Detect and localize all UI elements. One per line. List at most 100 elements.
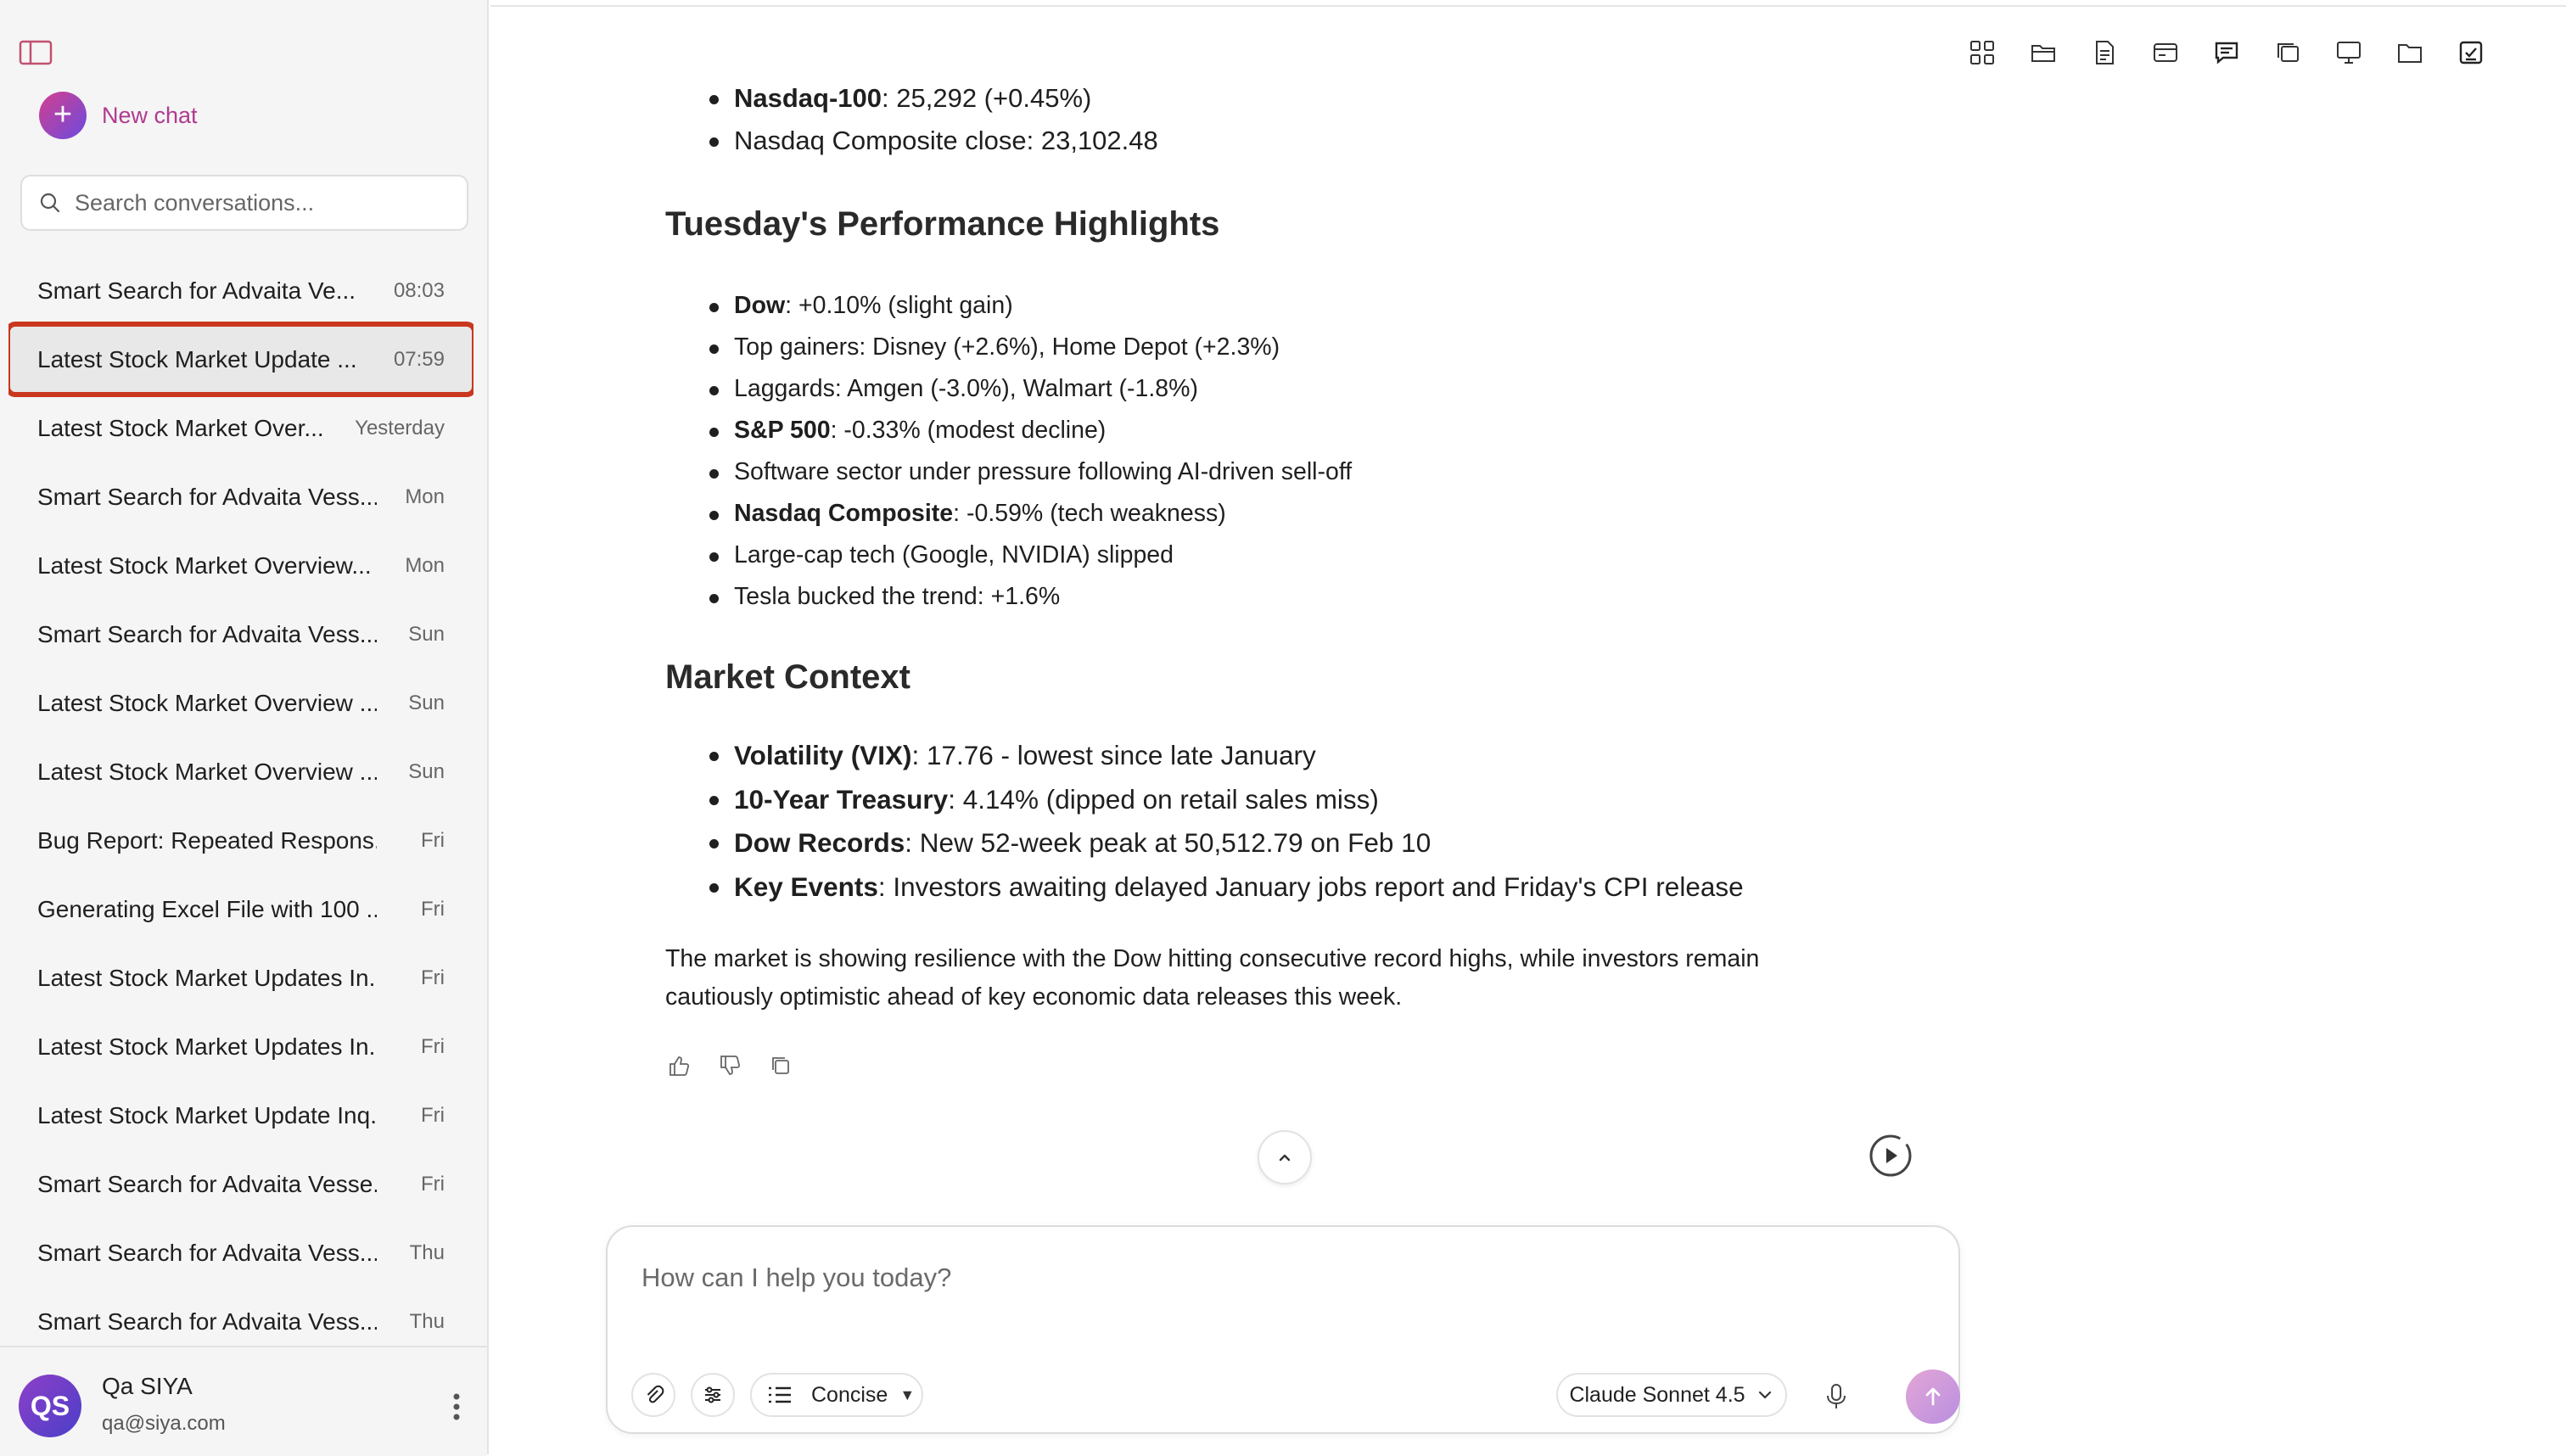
conversation-item[interactable]: Latest Stock Market Over... Yesterday [8,394,473,462]
conversation-list: Smart Search for Advaita Ve... 08:03 Lates… [8,256,473,1342]
conversation-title: Latest Stock Market Overview ... [37,758,377,785]
folder-open-icon[interactable] [2013,32,2074,73]
search-conversations-box[interactable] [20,175,468,231]
bullet [709,839,719,848]
conversation-time: Mon [405,484,445,508]
list-item-text: Large-cap tech (Google, NVIDIA) slipped [734,541,1174,569]
conversation-item[interactable]: Latest Stock Market Overview ... Sun [8,737,473,806]
plus-icon: + [39,92,87,139]
bullet [709,428,719,437]
conversation-title: Smart Search for Advaita Vess... [37,1308,377,1335]
item-text: : -0.59% (tech weakness) [953,500,1226,527]
conversation-title: Bug Report: Repeated Respons... [37,826,377,854]
conversation-item[interactable]: Smart Search for Advaita Vess... Thu [8,1287,473,1342]
checklist-icon[interactable] [2440,32,2502,73]
list-item-text: Laggards: Amgen (-3.0%), Walmart (-1.8%) [734,375,1198,403]
conversation-title: Smart Search for Advaita Vess... [37,1239,377,1266]
conversation-time: Sun [408,622,445,646]
conversation-time: Fri [421,966,445,989]
more-options-icon[interactable] [448,1390,465,1424]
model-selector[interactable]: Claude Sonnet 4.5 [1556,1373,1787,1417]
conversation-item[interactable]: Latest Stock Market Overview ... Sun [8,669,473,737]
list-item: Nasdaq-100: 25,292 (+0.45%) [709,83,1091,114]
conversation-item[interactable]: Smart Search for Advaita Ve... 08:03 [8,256,473,325]
bullet [709,552,719,562]
conversation-item[interactable]: Latest Stock Market Update ... 07:59 [8,322,473,397]
conversation-title: Smart Search for Advaita Vess... [37,620,377,647]
conversation-time: Yesterday [355,416,445,440]
chevron-up-icon [1279,1154,1291,1162]
list-item: 10-Year Treasury: 4.14% (dipped on retai… [709,784,1379,815]
bullet [709,95,719,104]
bullet [709,386,719,395]
folder-icon[interactable] [2379,32,2440,73]
item-text: : -0.33% (modest decline) [830,417,1107,444]
item-text: : 25,292 (+0.45%) [882,83,1092,113]
item-text: Software sector under pressure following… [734,458,1353,485]
conversation-title: Latest Stock Market Updates In... [37,964,377,991]
bullet [709,882,719,893]
conversation-item[interactable]: Bug Report: Repeated Respons... Fri [8,806,473,875]
section-heading: Market Context [665,658,910,696]
search-input[interactable] [73,188,450,217]
avatar[interactable]: QS [19,1375,81,1437]
sidebar-toggle-icon[interactable] [19,39,53,66]
card-icon[interactable] [2135,32,2196,73]
chat-bubble-icon[interactable] [2196,32,2257,73]
conversation-item[interactable]: Smart Search for Advaita Vess... Sun [8,600,473,669]
caret-down-icon: ▼ [899,1386,916,1403]
microphone-icon[interactable] [1819,1380,1853,1414]
attach-button[interactable] [631,1373,675,1417]
item-bold: 10-Year Treasury [734,783,949,815]
list-icon [769,1386,791,1403]
thumbs-down-icon[interactable] [704,1049,755,1083]
list-item: Top gainers: Disney (+2.6%), Home Depot … [709,333,1280,361]
paperclip-icon [647,1385,664,1403]
list-item: S&P 500: -0.33% (modest decline) [709,417,1106,445]
monitor-icon[interactable] [2318,32,2379,73]
message-input[interactable] [640,1261,1916,1332]
conversation-title: Smart Search for Advaita Vess... [37,483,377,510]
conversation-item[interactable]: Latest Stock Market Overview... Mon [8,531,473,600]
response-style-dropdown[interactable]: Concise ▼ [750,1373,923,1417]
conversation-item[interactable]: Generating Excel File with 100 ... Fri [8,875,473,944]
scroll-up-button[interactable] [1258,1130,1312,1184]
conversation-item[interactable]: Smart Search for Advaita Vesse... Fri [8,1150,473,1218]
item-text: Nasdaq Composite close: 23,102.48 [734,126,1158,155]
chevron-down-icon [1758,1391,1771,1399]
conversation-time: Fri [421,1172,445,1196]
send-button[interactable] [1906,1369,1960,1424]
section-heading: Tuesday's Performance Highlights [665,205,1220,243]
message-composer: Concise ▼ Claude Sonnet 4.5 [606,1225,1960,1434]
item-bold: Dow Records [734,827,905,858]
conversation-time: Fri [421,828,445,852]
document-icon[interactable] [2074,32,2135,73]
replay-icon[interactable] [1867,1132,1914,1179]
conversation-item[interactable]: Smart Search for Advaita Vess... Thu [8,1218,473,1287]
list-item-text: Volatility (VIX): 17.76 - lowest since l… [734,740,1316,771]
conversation-item[interactable]: Smart Search for Advaita Vess... Mon [8,462,473,531]
copy-icon[interactable] [755,1049,806,1083]
search-icon [40,193,60,213]
sliders-icon [705,1386,720,1403]
conversation-item[interactable]: Latest Stock Market Updates In... Fri [8,1012,473,1081]
settings-button[interactable] [691,1373,735,1417]
sidebar: + New chat Smart Search for Advaita Ve..… [0,0,489,1456]
list-item-text: Tesla bucked the trend: +1.6% [734,583,1060,611]
list-item: Laggards: Amgen (-3.0%), Walmart (-1.8%) [709,375,1198,403]
item-text: : 17.76 - lowest since late January [911,740,1316,770]
copy-windows-icon[interactable] [2257,32,2318,73]
list-item-text: S&P 500: -0.33% (modest decline) [734,417,1106,445]
grid-icon[interactable] [1952,32,2013,73]
conversation-item[interactable]: Latest Stock Market Update Inq... Fri [8,1081,473,1150]
item-text: : Investors awaiting delayed January job… [877,871,1744,902]
user-profile[interactable]: QS Qa SIYA qa@siya.com [0,1346,487,1456]
new-chat-button[interactable]: + New chat [39,92,198,139]
list-item: Tesla bucked the trend: +1.6% [709,583,1060,611]
list-item-text: Dow Records: New 52-week peak at 50,512.… [734,827,1431,859]
conversation-time: 08:03 [393,278,445,302]
item-text: Top gainers: Disney (+2.6%), Home Depot … [734,333,1280,361]
conversation-item[interactable]: Latest Stock Market Updates In... Fri [8,944,473,1012]
thumbs-up-icon[interactable] [653,1049,704,1083]
item-text: : +0.10% (slight gain) [785,292,1013,319]
